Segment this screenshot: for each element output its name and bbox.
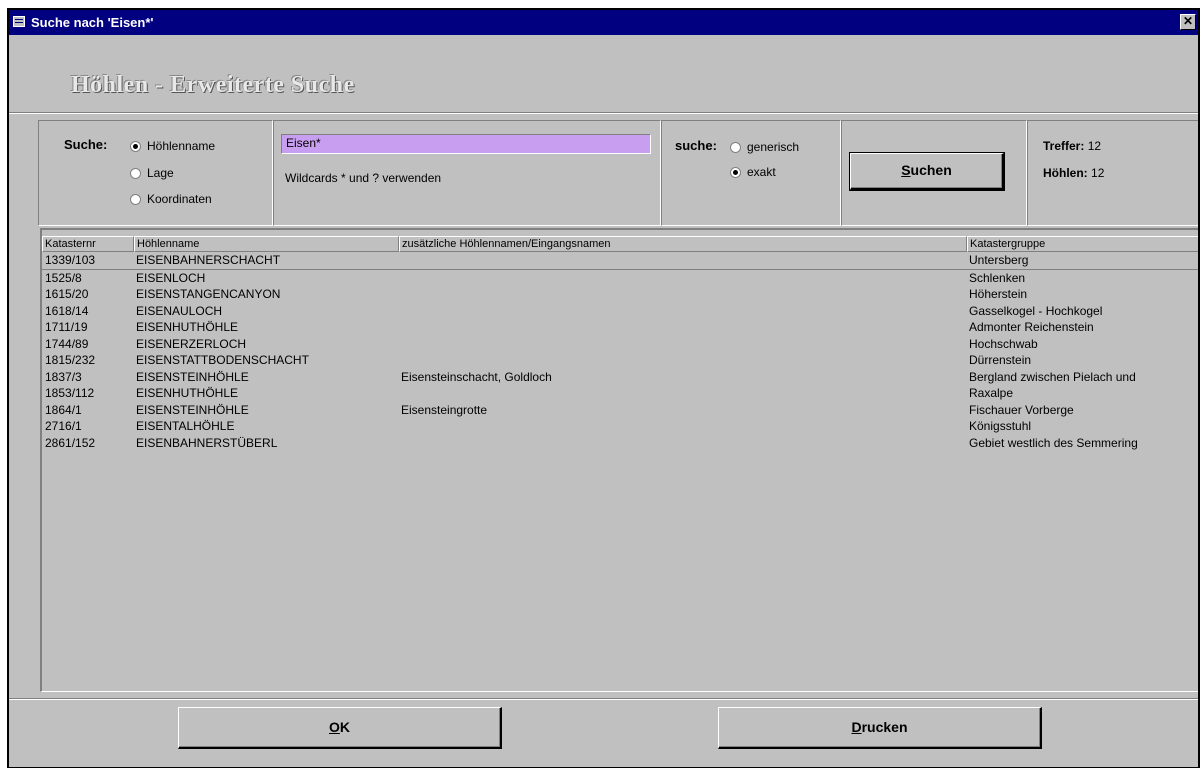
hoehlen-value: 12 bbox=[1091, 166, 1105, 180]
ok-button-accel: O bbox=[328, 719, 340, 735]
table-cell: Admonter Reichenstein bbox=[969, 320, 1094, 334]
table-cell: EISENSTATTBODENSCHACHT bbox=[136, 353, 309, 367]
radio-generisch-label: generisch bbox=[747, 140, 800, 154]
table-cell: Gasselkogel - Hochkogel bbox=[969, 303, 1103, 318]
table-cell: Dürrenstein bbox=[969, 353, 1032, 367]
search-button[interactable]: Suchen bbox=[849, 152, 1005, 191]
table-row[interactable]: 1618/14 EISENAULOCH Gasselkogel - Hochkoge… bbox=[42, 303, 1198, 320]
table-row[interactable]: 2861/152 EISENBAHNERSTÜBERL Gebiet westlic… bbox=[42, 435, 1198, 452]
table-row[interactable]: 1525/8 EISENLOCH Schlenken bbox=[42, 270, 1198, 287]
treffer-value: 12 bbox=[1087, 139, 1102, 153]
table-cell: 2861/152 bbox=[45, 435, 96, 450]
table-row[interactable]: 2716/1 EISENTALHÖHLE Königsstuhl bbox=[42, 418, 1198, 435]
column-header-katastergruppe[interactable]: Katastergruppe bbox=[967, 236, 1198, 252]
table-row[interactable]: 1711/19 EISENHUTHÖHLE Admonter Reichenstei… bbox=[42, 319, 1198, 336]
column-header-zusaetzliche-namen[interactable]: zusätzliche Höhlennamen/Eingangsnamen bbox=[399, 236, 967, 252]
close-button[interactable]: ✕ bbox=[1180, 14, 1196, 30]
radio-exakt-label: exakt bbox=[747, 165, 776, 179]
table-cell: EISENHUTHÖHLE bbox=[136, 320, 239, 334]
table-cell: EISENSTEINHÖHLE bbox=[136, 402, 249, 417]
search-button-accel: S bbox=[901, 162, 911, 178]
table-row[interactable]: 1837/3 EISENSTEINHÖHLE Eisensteinschacht, … bbox=[42, 369, 1198, 386]
table-cell: 1525/8 bbox=[45, 270, 82, 285]
table-cell: Gebiet westlich des Semmering bbox=[969, 435, 1138, 450]
table-cell: 1711/19 bbox=[45, 320, 88, 334]
footer-divider bbox=[9, 698, 1198, 700]
form-icon bbox=[13, 16, 25, 27]
table-row[interactable]: 1615/20 EISENSTANGENCANYON Höherstein bbox=[42, 286, 1198, 303]
table-cell: EISENSTEINHÖHLE bbox=[136, 369, 249, 384]
results-listbox[interactable]: Katasternr Höhlenname zusätzliche Höhlen… bbox=[40, 228, 1198, 692]
table-row[interactable]: 1815/232 EISENSTATTBODENSCHACHT Dürrenstei… bbox=[42, 352, 1198, 369]
table-cell: Eisensteinschacht, Goldloch bbox=[401, 369, 552, 384]
radio-lage-button[interactable] bbox=[130, 168, 141, 179]
table-cell: EISENHUTHÖHLE bbox=[136, 386, 239, 400]
table-cell: 1615/20 bbox=[45, 287, 89, 301]
table-cell: Eisensteingrotte bbox=[401, 402, 488, 417]
table-cell: 1339/103 bbox=[45, 253, 96, 267]
table-cell: Schlenken bbox=[969, 270, 1026, 285]
search-input[interactable]: Eisen* bbox=[281, 134, 651, 154]
title-bar: Suche nach 'Eisen*' ✕ bbox=[9, 10, 1198, 35]
mode-label: suche: bbox=[675, 138, 717, 153]
treffer-label: Treffer: bbox=[1043, 139, 1085, 153]
radio-koordinaten-button[interactable] bbox=[130, 194, 141, 205]
radio-exakt-button[interactable] bbox=[730, 167, 741, 178]
column-headers: Katasternr Höhlenname zusätzliche Höhlen… bbox=[42, 236, 1198, 252]
table-row[interactable]: 1853/112 EISENHUTHÖHLE Raxalpe bbox=[42, 385, 1198, 402]
print-button[interactable]: Drucken bbox=[718, 707, 1042, 749]
column-header-hoehlenname[interactable]: Höhlenname bbox=[134, 236, 399, 252]
radio-koordinaten-label: Koordinaten bbox=[147, 192, 212, 206]
search-label: Suche: bbox=[64, 137, 108, 152]
table-cell: Fischauer Vorberge bbox=[969, 402, 1074, 417]
table-cell: Königsstuhl bbox=[969, 419, 1032, 433]
treffer-stat: Treffer: 12 bbox=[1043, 139, 1101, 153]
table-cell: Bergland zwischen Pielach und bbox=[969, 369, 1136, 384]
table-cell: Höherstein bbox=[969, 287, 1028, 301]
table-cell: EISENAULOCH bbox=[136, 303, 223, 318]
table-row[interactable]: 1864/1 EISENSTEINHÖHLE Eisensteingrotte Fis… bbox=[42, 402, 1198, 419]
table-row[interactable]: 1744/89 EISENERZERLOCH Hochschwab bbox=[42, 336, 1198, 353]
column-header-katasternr[interactable]: Katasternr bbox=[42, 236, 134, 252]
ok-button[interactable]: OK bbox=[178, 707, 502, 749]
table-cell: 1618/14 bbox=[45, 303, 89, 318]
print-button-accel: D bbox=[851, 719, 862, 735]
search-dialog-window: Suche nach 'Eisen*' ✕ Höhlen - Erweitert… bbox=[7, 8, 1200, 768]
table-cell: EISENTALHÖHLE bbox=[136, 419, 235, 433]
result-rows: 1339/103 EISENBAHNERSCHACHT Untersberg 1525… bbox=[42, 252, 1198, 452]
table-cell: 1864/1 bbox=[45, 402, 82, 417]
window-title: Suche nach 'Eisen*' bbox=[31, 15, 154, 30]
table-cell: EISENBAHNERSTÜBERL bbox=[136, 435, 278, 450]
wildcard-hint: Wildcards * und ? verwenden bbox=[285, 171, 442, 185]
table-cell: EISENSTANGENCANYON bbox=[136, 287, 281, 301]
table-cell: EISENLOCH bbox=[136, 270, 206, 285]
table-cell: 1744/89 bbox=[45, 336, 89, 351]
hoehlen-label: Höhlen: bbox=[1043, 166, 1088, 180]
table-cell: EISENERZERLOCH bbox=[136, 336, 247, 351]
table-row[interactable]: 1339/103 EISENBAHNERSCHACHT Untersberg bbox=[42, 252, 1198, 270]
table-cell: Hochschwab bbox=[969, 336, 1038, 351]
radio-generisch-button[interactable] bbox=[730, 142, 741, 153]
radio-hoehlenname-label: Höhlenname bbox=[147, 139, 216, 153]
hoehlen-stat: Höhlen: 12 bbox=[1043, 166, 1104, 180]
table-cell: 1837/3 bbox=[45, 369, 82, 384]
table-cell: EISENBAHNERSCHACHT bbox=[136, 253, 281, 267]
table-cell: 1853/112 bbox=[45, 386, 95, 400]
table-cell: 2716/1 bbox=[45, 419, 82, 433]
table-cell: 1815/232 bbox=[45, 353, 96, 367]
table-cell: Untersberg bbox=[969, 253, 1029, 267]
radio-lage-label: Lage bbox=[147, 166, 174, 180]
table-cell: Raxalpe bbox=[969, 386, 1014, 400]
print-button-label: rucken bbox=[861, 719, 908, 735]
header-divider bbox=[9, 112, 1198, 114]
radio-hoehlenname-button[interactable] bbox=[130, 141, 141, 152]
form-heading: Höhlen - Erweiterte Suche bbox=[71, 72, 355, 98]
search-button-label: uchen bbox=[910, 162, 952, 178]
close-icon: ✕ bbox=[1182, 14, 1194, 28]
ok-button-label: K bbox=[339, 719, 350, 735]
